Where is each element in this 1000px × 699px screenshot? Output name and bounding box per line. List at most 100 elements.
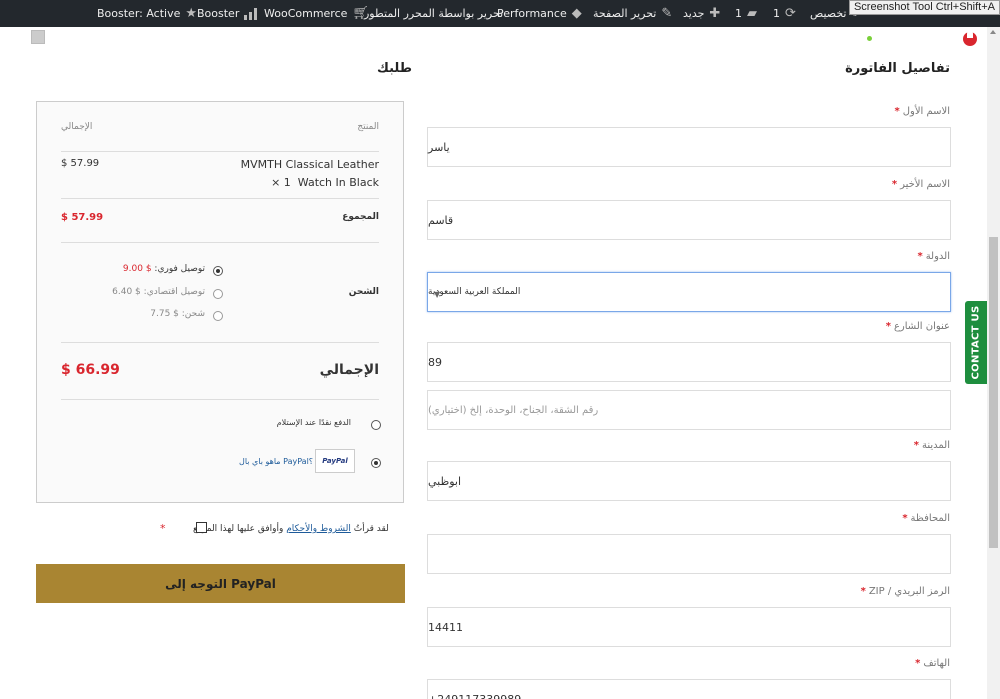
field-label-text: الاسم الأول [902, 106, 950, 117]
screenshot-tool-tooltip: Screenshot Tool Ctrl+Shift+A [848, 0, 1000, 15]
required-marker: * [885, 321, 891, 332]
product-price: $ 57.99 [61, 158, 100, 169]
field-label-text: الرمز البريدي / ZIP [868, 586, 950, 597]
first-name-input[interactable]: ياسر [427, 127, 951, 167]
advanced-editor-menu[interactable]: تحرير بواسطة المحرر المتطور [364, 0, 503, 27]
field-value: ابوظبي [428, 474, 462, 488]
shipping-name: توصيل فوري: [154, 264, 205, 274]
field-label: عنوان الشارع* [886, 321, 950, 332]
comments-menu[interactable]: 1 ▰ [735, 0, 757, 27]
required-marker: * [913, 440, 919, 451]
proceed-to-paypal-button[interactable]: التوجه إلى PayPal [36, 564, 405, 603]
divider [61, 198, 379, 199]
paypal-logo-icon: PayPal [315, 449, 355, 473]
page-scrollbar[interactable] [987, 27, 1000, 699]
field-label: الرمز البريدي / ZIP* [861, 586, 950, 597]
customize-label: تخصيص [810, 7, 847, 20]
performance-menu[interactable]: Performance ◆ [497, 0, 582, 27]
phone-input[interactable]: 249117339989+ [427, 679, 951, 699]
refresh-icon: ⟳ [785, 6, 796, 21]
scroll-up-icon[interactable] [990, 30, 996, 34]
divider [61, 151, 379, 152]
field-label: الاسم الأخير* [892, 179, 950, 190]
payment-cod-label: الدفع نقدًا عند الإستلام [276, 418, 351, 427]
terms-checkbox[interactable] [196, 522, 207, 533]
performance-label: Performance [497, 7, 567, 20]
booster-active-label: Booster: Active [97, 7, 181, 20]
payment-radio-cod[interactable] [371, 420, 381, 430]
last-name-input[interactable]: قاسم [427, 200, 951, 240]
terms-prefix: لقد قرأتُ [353, 524, 389, 534]
required-marker: * [915, 658, 921, 669]
scrollbar-thumb[interactable] [989, 237, 998, 548]
required-marker: * [891, 179, 898, 190]
status-dot-icon [867, 36, 872, 41]
field-value: المملكة العربية السعودية [428, 287, 521, 297]
booster-label: Booster [197, 7, 240, 20]
field-value: 89 [428, 355, 442, 369]
what-is-paypal-link[interactable]: ماهو باي بال PayPal؟ [239, 457, 313, 466]
advanced-editor-label: تحرير بواسطة المحرر المتطور [364, 7, 504, 20]
field-label-text: الاسم الأخير [900, 179, 950, 190]
pencil-icon: ✎ [661, 6, 673, 21]
user-avatar-icon[interactable] [31, 30, 45, 44]
state-input[interactable] [427, 534, 951, 574]
woocommerce-menu[interactable]: WooCommerce 🛒︎ [264, 0, 369, 27]
shipping-option-economy: توصيل اقتصادي: $ 6.40 [112, 287, 205, 297]
booster-menu[interactable]: Booster [197, 0, 258, 27]
required-marker: * [860, 586, 866, 597]
field-label-text: المحافظة [910, 513, 950, 524]
field-label: الهاتف* [915, 658, 950, 669]
zip-input[interactable]: 14411 [427, 607, 951, 647]
field-label-text: الدولة [925, 251, 950, 262]
contact-us-label: CONTACT US [970, 305, 982, 380]
required-marker: * [894, 106, 900, 117]
country-select[interactable]: المملكة العربية السعودية ▼ [427, 272, 951, 312]
required-marker: * [902, 513, 908, 524]
product-name-line-1: MVMTH Classical Leather [240, 158, 379, 171]
shipping-name: توصيل اقتصادي: [143, 287, 205, 297]
field-value: ياسر [428, 140, 450, 154]
total-label: الإجمالي [319, 362, 379, 378]
field-label: المحافظة* [902, 513, 950, 524]
city-input[interactable]: ابوظبي [427, 461, 951, 501]
edit-page-menu[interactable]: تحرير الصفحة ✎ [593, 0, 672, 27]
updates-count: 1 [773, 7, 780, 20]
field-label: الدولة* [917, 251, 950, 262]
field-value: 249117339989+ [428, 692, 522, 699]
new-content-menu[interactable]: جديد ✚ [683, 0, 720, 27]
terms-required-marker: * [160, 522, 166, 535]
address-line-2-input[interactable]: رقم الشقة، الجناح، الوحدة، إلخ (اختياري) [427, 390, 951, 430]
comment-icon: ▰ [747, 6, 757, 21]
wp-admin-bar: Booster: Active ★ Booster WooCommerce 🛒︎… [0, 0, 1000, 27]
updates-menu[interactable]: 1 ⟳ [773, 0, 796, 27]
shipping-price: $ 9.00 [122, 264, 152, 274]
terms-link[interactable]: الشروط والأحكام [286, 524, 351, 534]
divider [61, 242, 379, 243]
field-value: قاسم [428, 213, 454, 227]
subtotal-value: $ 57.99 [61, 212, 104, 223]
plus-icon: ✚ [709, 6, 721, 21]
new-label: جديد [683, 7, 705, 20]
shipping-option-express: توصيل فوري: $ 9.00 [123, 264, 205, 274]
cube-icon: ◆ [571, 6, 582, 21]
shipping-radio-economy[interactable] [213, 289, 223, 299]
order-review: المنتج الإجمالي MVMTH Classical Leather … [36, 101, 404, 503]
total-value: $ 66.99 [61, 362, 120, 378]
booster-status-menu[interactable]: Booster: Active ★ [97, 0, 197, 27]
field-label-text: المدينة [921, 440, 950, 451]
site-logo-icon[interactable] [963, 30, 977, 46]
site-header-strip [0, 27, 1000, 49]
edit-page-label: تحرير الصفحة [593, 7, 657, 20]
street-address-input[interactable]: 89 [427, 342, 951, 382]
woocommerce-label: WooCommerce [264, 7, 348, 20]
contact-us-tab[interactable]: CONTACT US [965, 301, 987, 384]
star-icon: ★ [185, 6, 198, 21]
field-label-text: عنوان الشارع [893, 321, 950, 332]
product-column-header: المنتج [357, 122, 379, 132]
chevron-down-icon[interactable]: ▼ [434, 290, 440, 299]
comments-count: 1 [735, 7, 742, 20]
payment-radio-paypal[interactable] [371, 458, 381, 468]
shipping-radio-express[interactable] [213, 266, 223, 276]
shipping-radio-standard[interactable] [213, 311, 223, 321]
